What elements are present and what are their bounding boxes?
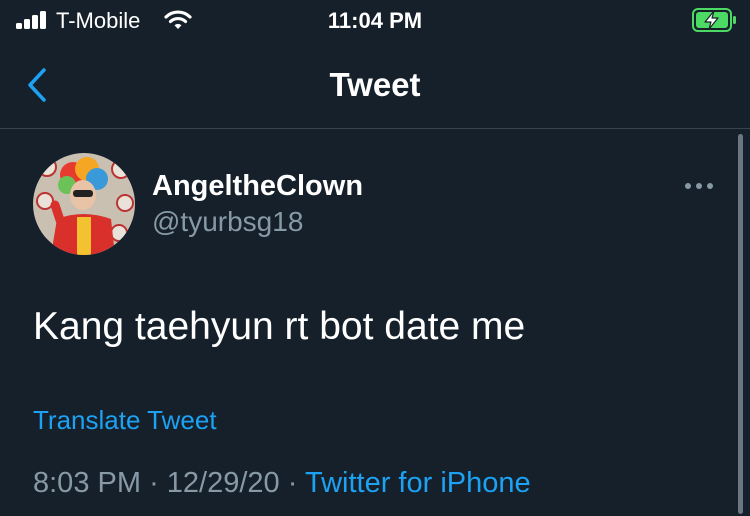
tweet-text: Kang taehyun rt bot date me — [33, 305, 526, 348]
more-options-button[interactable] — [682, 178, 716, 194]
status-time: 11:04 PM — [327, 8, 423, 33]
tweet-source-link[interactable]: Twitter for iPhone — [305, 467, 531, 499]
tweet-metadata: 8:03 PM · 12/29/20 · Twitter for iPhone — [33, 465, 531, 501]
tweet-date: 12/29/20 — [166, 467, 280, 499]
status-bar: T-Mobile 11:04 PM — [0, 0, 750, 42]
scrollbar[interactable] — [738, 134, 743, 514]
avatar[interactable] — [33, 153, 135, 255]
meta-separator: · — [149, 467, 159, 499]
author-handle[interactable]: @tyurbsg18 — [152, 205, 303, 239]
translate-tweet-link[interactable]: Translate Tweet — [33, 404, 217, 436]
battery-charging-icon — [692, 8, 738, 37]
page-title: Tweet — [329, 66, 421, 103]
author-display-name[interactable]: AngeltheClown — [152, 169, 363, 203]
ellipsis-icon — [685, 183, 713, 189]
navigation-bar: Tweet — [0, 42, 750, 129]
meta-separator: · — [287, 467, 298, 499]
tweet-time: 8:03 PM — [33, 467, 141, 499]
